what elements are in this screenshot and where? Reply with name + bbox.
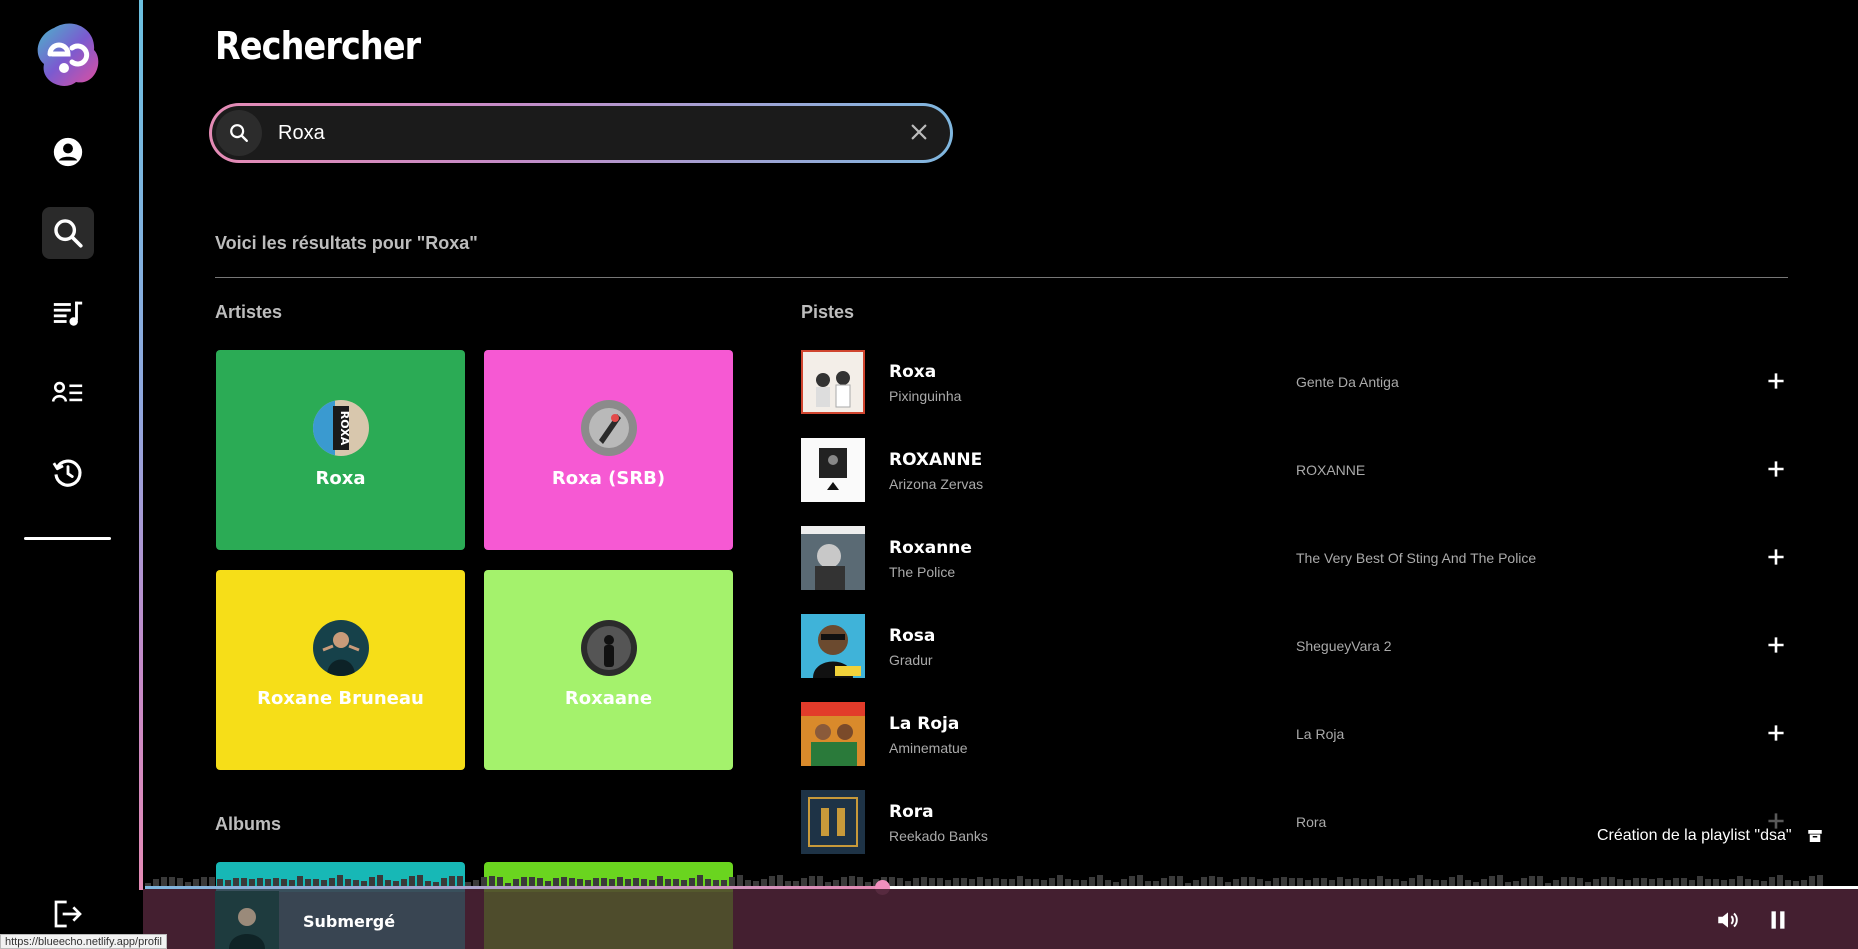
toast-notification: Création de la playlist "dsa" <box>1597 827 1824 845</box>
track-cover <box>801 526 865 590</box>
sidebar-edge-gradient <box>139 0 143 890</box>
artist-name: Roxane Bruneau <box>257 688 424 709</box>
add-track-plus-icon[interactable] <box>1763 544 1789 570</box>
search-input[interactable] <box>278 114 878 152</box>
artist-avatar <box>580 400 637 456</box>
results-divider <box>215 277 1788 278</box>
playlist-music-icon <box>53 301 83 326</box>
svg-text:ROXA: ROXA <box>338 411 351 446</box>
add-track-plus-icon[interactable] <box>1763 368 1789 394</box>
nav-playlists[interactable] <box>42 287 94 339</box>
nav-profile[interactable] <box>42 126 94 178</box>
track-album[interactable]: ROXANNE <box>1296 462 1365 478</box>
track-title: Roxa <box>889 362 937 382</box>
track-artist[interactable]: Pixinguinha <box>889 388 961 404</box>
add-track-plus-icon[interactable] <box>1763 720 1789 746</box>
toast-message: Création de la playlist "dsa" <box>1597 827 1792 844</box>
now-playing-title: Submergé <box>303 912 396 931</box>
app-logo[interactable] <box>34 20 104 92</box>
logout-icon <box>54 900 82 928</box>
tracks-section-title: Pistes <box>801 302 855 322</box>
track-cover <box>801 702 865 766</box>
person-list-icon <box>51 381 83 402</box>
track-album[interactable]: SheguеyVara 2 <box>1296 638 1391 654</box>
track-title: ROXANNE <box>889 450 983 470</box>
track-title: Roxanne <box>889 538 972 558</box>
track-artist[interactable]: Gradur <box>889 652 933 668</box>
artist-card[interactable]: Roxa (SRB) <box>484 350 733 550</box>
nav-artists[interactable] <box>42 367 94 419</box>
player-backdrop <box>484 889 733 949</box>
track-album[interactable]: La Roja <box>1296 726 1344 742</box>
nav-search[interactable] <box>42 207 94 259</box>
sidebar <box>0 0 140 949</box>
track-artist[interactable]: The Police <box>889 564 955 580</box>
search-icon <box>54 219 83 248</box>
track-row[interactable]: Roxanne The Police The Very Best Of Stin… <box>801 526 1791 592</box>
browser-status-url: https://blueecho.netlify.app/profil <box>0 934 167 949</box>
track-cover <box>801 614 865 678</box>
track-title: Rora <box>889 802 934 822</box>
track-title: Rosa <box>889 626 936 646</box>
artist-name: Roxa <box>315 468 366 489</box>
artist-name: Roxa (SRB) <box>551 468 666 489</box>
volume-icon[interactable] <box>1715 907 1741 933</box>
track-artist[interactable]: Arizona Zervas <box>889 476 983 492</box>
track-album[interactable]: The Very Best Of Sting And The Police <box>1296 550 1536 566</box>
nav-history[interactable] <box>42 447 94 499</box>
add-track-plus-icon[interactable] <box>1763 632 1789 658</box>
now-playing-cover <box>215 891 279 949</box>
results-heading: Voici les résultats pour "Roxa" <box>215 233 478 253</box>
track-title: La Roja <box>889 714 960 734</box>
track-cover <box>801 438 865 502</box>
artist-avatar <box>312 620 369 676</box>
search-icon[interactable] <box>216 110 262 156</box>
clear-search-button[interactable] <box>908 121 930 143</box>
track-row[interactable]: Rosa Gradur SheguеyVara 2 <box>801 614 1791 680</box>
track-row[interactable]: La Roja Aminematue La Roja <box>801 702 1791 768</box>
pause-icon[interactable] <box>1765 907 1791 933</box>
track-row[interactable]: Roxa Pixinguinha Gente Da Antiga <box>801 350 1791 416</box>
track-row[interactable]: ROXANNE Arizona Zervas ROXANNE <box>801 438 1791 504</box>
search-bar <box>209 103 953 163</box>
add-track-plus-icon[interactable] <box>1763 456 1789 482</box>
track-artist[interactable]: Aminematue <box>889 740 968 756</box>
close-icon <box>911 124 927 140</box>
track-cover <box>801 790 865 854</box>
logout-button[interactable] <box>42 889 94 939</box>
track-cover <box>801 350 865 414</box>
track-row[interactable]: Rora Reekado Banks Rora <box>801 790 1791 856</box>
track-album[interactable]: Rora <box>1296 814 1326 830</box>
artist-card[interactable]: ROXA Roxa <box>216 350 465 550</box>
history-icon <box>52 459 82 487</box>
artist-avatar <box>580 620 637 676</box>
sidebar-divider <box>24 537 111 540</box>
archive-icon[interactable] <box>1806 827 1824 845</box>
artist-avatar: ROXA <box>312 400 369 456</box>
track-album[interactable]: Gente Da Antiga <box>1296 374 1399 390</box>
artists-section-title: Artistes <box>215 302 283 322</box>
albums-section-title: Albums <box>215 814 282 834</box>
artist-card[interactable]: Roxane Bruneau <box>216 570 465 770</box>
track-artist[interactable]: Reekado Banks <box>889 828 988 844</box>
user-circle-icon <box>53 137 83 167</box>
artist-name: Roxaane <box>564 688 653 709</box>
page-title: Rechercher <box>215 24 421 68</box>
artist-card[interactable]: Roxaane <box>484 570 733 770</box>
player-bar: Submergé <box>143 889 1858 949</box>
